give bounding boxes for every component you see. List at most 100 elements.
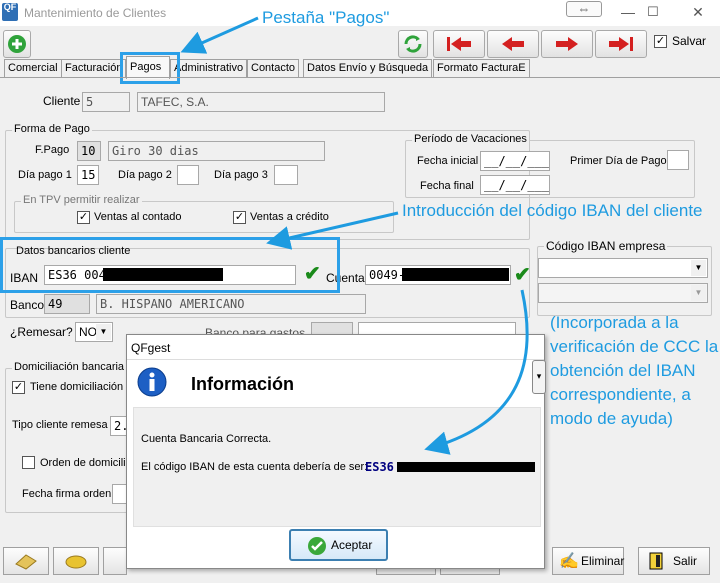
dia-pago-1-label: Día pago 1 — [18, 169, 72, 181]
tab-datos-envio[interactable]: Datos Envío y Búsqueda — [303, 59, 433, 78]
prev-record-button[interactable] — [487, 30, 539, 58]
bottom-button-3[interactable] — [103, 547, 127, 575]
banco-name-field: B. HISPANO AMERICANO — [96, 294, 366, 314]
annotation-incorporada: (Incorporada a la verificación de CCC la… — [550, 311, 718, 431]
salir-button[interactable]: Salir — [638, 547, 710, 575]
fecha-final-field[interactable]: __/__/____ — [480, 175, 550, 195]
eliminar-button[interactable]: ✍ Eliminar — [552, 547, 624, 575]
tab-comercial[interactable]: Comercial — [4, 59, 62, 78]
cuenta-validate-icon[interactable]: ✔ — [514, 265, 531, 285]
delete-icon: ✍ — [559, 553, 579, 570]
primer-dia-field[interactable] — [667, 150, 689, 170]
restore-icon[interactable]: ⇔ — [566, 1, 602, 17]
left-arrow-icon — [502, 37, 524, 51]
annotation-line-3: obtención del IBAN — [550, 361, 696, 380]
exit-door-icon — [649, 552, 663, 570]
annotation-line-5: modo de ayuda) — [550, 409, 673, 428]
fecha-inicial-label: Fecha inicial — [417, 155, 479, 167]
fecha-firma-label: Fecha firma orden — [22, 488, 112, 500]
remesar-value: NO — [79, 325, 97, 339]
dialog-iban-redaction — [397, 462, 535, 472]
fpago-desc-field: Giro 30 dias — [108, 141, 325, 161]
last-record-button[interactable] — [595, 30, 647, 58]
dialog-heading: Información — [191, 374, 295, 394]
banco-code-field[interactable]: 49 — [44, 294, 90, 314]
credito-label: Ventas a crédito — [250, 211, 329, 223]
first-arrow-icon — [447, 37, 471, 51]
bottom-button-2[interactable] — [53, 547, 99, 575]
contado-label: Ventas al contado — [94, 211, 182, 223]
bottom-button-1[interactable] — [3, 547, 49, 575]
fecha-final-label: Fecha final — [420, 180, 474, 192]
dialog-iban-value: ES36 — [365, 460, 394, 474]
dia-pago-3-label: Día pago 3 — [214, 169, 268, 181]
cliente-label: Cliente — [43, 94, 81, 108]
remesar-select[interactable]: NO ▼ — [75, 322, 113, 342]
tiene-domiciliacion-label: Tiene domiciliación b — [30, 381, 133, 393]
salvar-label: Salvar — [672, 34, 707, 48]
tab-contacto[interactable]: Contacto — [247, 59, 300, 78]
credito-checkbox[interactable]: ✓ — [233, 211, 246, 224]
domiciliacion-title: Domiciliación bancaria — [12, 361, 127, 373]
iban-empresa-group: Código IBAN empresa — [537, 239, 712, 316]
aceptar-label: Aceptar — [331, 538, 373, 552]
next-record-button[interactable] — [541, 30, 593, 58]
dia-pago-3-field[interactable] — [274, 165, 298, 185]
annotation-line-1: (Incorporada a la — [550, 313, 679, 332]
iban-empresa-select-1[interactable]: ▼ — [538, 258, 708, 278]
minimize-button[interactable]: — — [616, 3, 640, 23]
fpago-code-field[interactable]: 10 — [77, 141, 101, 161]
dia-pago-1-field[interactable]: 15 — [77, 165, 99, 185]
forma-pago-title: Forma de Pago — [12, 123, 92, 135]
add-button[interactable] — [3, 30, 31, 58]
annotation-line-2: verificación de CCC la — [550, 337, 719, 356]
tab-facturacion[interactable]: Facturación — [61, 59, 127, 78]
close-button[interactable]: ✕ — [684, 3, 712, 23]
annotation-introduccion: Introducción del código IBAN del cliente — [402, 201, 703, 220]
iban-empresa-select-2[interactable]: ▼ — [538, 283, 708, 303]
coins-icon — [65, 555, 87, 569]
vacaciones-title: Período de Vacaciones — [412, 133, 529, 145]
dialog-message-2: El código IBAN de esta cuenta debería de… — [141, 461, 368, 473]
dialog-expand-icon[interactable]: ▾ — [532, 360, 546, 394]
iban-highlight — [0, 237, 340, 293]
tab-formato-facturae[interactable]: Formato FacturaE — [433, 59, 530, 78]
first-record-button[interactable] — [433, 30, 485, 58]
iban-empresa-title: Código IBAN empresa — [544, 239, 668, 253]
dia-pago-2-label: Día pago 2 — [118, 169, 172, 181]
chevron-down-icon: ▼ — [691, 285, 706, 301]
app-icon: QF — [2, 3, 18, 21]
last-arrow-icon — [609, 37, 633, 51]
salvar-checkbox[interactable]: ✓ — [654, 35, 667, 48]
tipo-remesa-label: Tipo cliente remesa — [12, 419, 108, 431]
cliente-name-field: TAFEC, S.A. — [137, 92, 385, 112]
fpago-label: F.Pago — [35, 144, 70, 156]
eliminar-label: Eliminar — [581, 554, 625, 568]
maximize-button[interactable]: ☐ — [641, 3, 665, 23]
right-arrow-icon — [556, 37, 578, 51]
annotation-line-4: correspondiente, a — [550, 385, 691, 404]
fecha-inicial-field[interactable]: __/__/____ — [480, 151, 550, 171]
cuenta-redaction — [402, 268, 509, 281]
tiene-domiciliacion-checkbox[interactable]: ✓ — [12, 381, 25, 394]
refresh-button[interactable] — [398, 30, 428, 58]
main-window: QF Mantenimiento de Clientes ⇔ — ☐ ✕ ✓ S… — [0, 0, 720, 579]
aceptar-button[interactable]: Aceptar — [289, 529, 388, 561]
refresh-icon — [404, 35, 422, 53]
info-icon — [137, 367, 167, 397]
tab-administrativo[interactable]: Administrativo — [170, 59, 248, 78]
tpv-title: En TPV permitir realizar — [21, 194, 142, 206]
orden-domiciliacion-checkbox[interactable] — [22, 456, 35, 469]
annotation-pestana: Pestaña "Pagos" — [262, 8, 390, 27]
ok-check-icon — [308, 537, 326, 555]
plus-icon — [8, 35, 26, 53]
chevron-down-icon: ▼ — [691, 260, 706, 276]
cliente-code-field: 5 — [82, 92, 130, 112]
info-dialog: QFgest Información ▾ Cuenta Bancaria Cor… — [126, 334, 546, 569]
chevron-down-icon: ▼ — [96, 324, 111, 340]
contado-checkbox[interactable]: ✓ — [77, 211, 90, 224]
dialog-message-1: Cuenta Bancaria Correcta. — [141, 433, 272, 445]
window-title: Mantenimiento de Clientes — [24, 6, 167, 20]
orden-domiciliacion-label: Orden de domicilia — [40, 457, 132, 469]
dia-pago-2-field[interactable] — [177, 165, 199, 185]
